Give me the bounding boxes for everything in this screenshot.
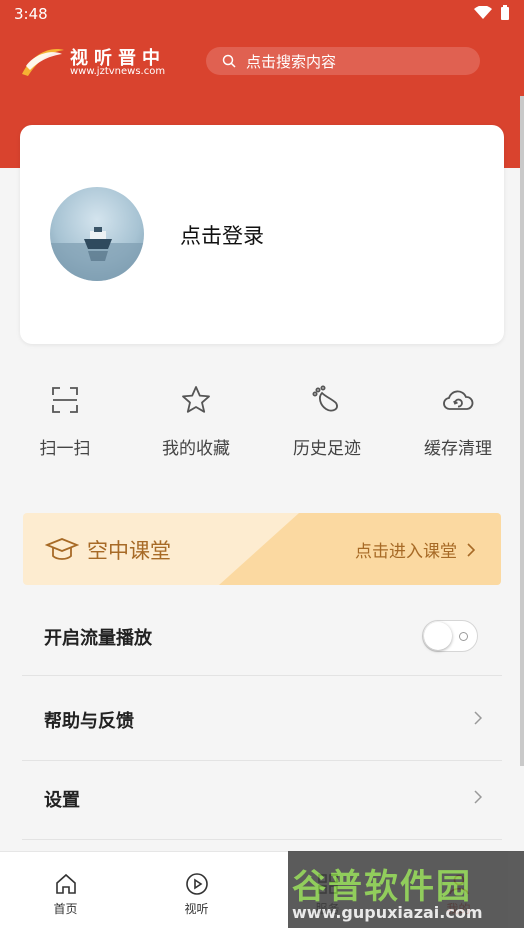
chevron-right-icon bbox=[467, 542, 475, 557]
help-feedback-row[interactable]: 帮助与反馈 bbox=[22, 679, 502, 763]
avatar-boat-image bbox=[50, 227, 144, 281]
quick-action-label: 我的收藏 bbox=[162, 439, 230, 459]
classroom-enter-label: 点击进入课堂 bbox=[355, 542, 457, 562]
tab-label: 首页 bbox=[53, 902, 78, 916]
home-icon bbox=[55, 873, 76, 894]
chevron-right-icon bbox=[474, 790, 482, 804]
logo-url: www.jztvnews.com bbox=[70, 66, 166, 77]
watermark-url: www.gupuxiazai.com bbox=[292, 903, 483, 922]
scan-icon bbox=[52, 387, 78, 413]
logo-swoosh-icon bbox=[22, 49, 64, 76]
status-icons bbox=[474, 5, 510, 25]
settings-row[interactable]: 设置 bbox=[22, 758, 502, 842]
tab-home[interactable]: 首页 bbox=[0, 852, 131, 932]
cloud-clean-icon bbox=[443, 390, 474, 410]
tab-video[interactable]: 视听 bbox=[131, 852, 262, 932]
quick-action-history[interactable]: 历史足迹 bbox=[272, 378, 382, 459]
login-button[interactable]: 点击登录 bbox=[180, 220, 264, 250]
quick-action-label: 缓存清理 bbox=[424, 439, 492, 459]
status-bar: 3:48 bbox=[0, 0, 524, 28]
avatar[interactable] bbox=[50, 187, 144, 281]
divider bbox=[22, 675, 502, 676]
traffic-playback-toggle[interactable] bbox=[422, 620, 478, 652]
classroom-enter-link[interactable]: 点击进入课堂 bbox=[355, 537, 475, 562]
quick-action-favorites[interactable]: 我的收藏 bbox=[141, 378, 251, 459]
quick-action-scan[interactable]: 扫一扫 bbox=[10, 378, 120, 459]
quick-action-label: 历史足迹 bbox=[293, 439, 361, 459]
classroom-title: 空中课堂 bbox=[87, 539, 171, 563]
toggle-off-indicator bbox=[459, 632, 468, 641]
watermark-title: 谷普软件园 bbox=[292, 867, 472, 907]
footprint-icon bbox=[312, 385, 338, 412]
search-input[interactable]: 点击搜索内容 bbox=[206, 47, 480, 75]
wifi-icon bbox=[474, 5, 492, 24]
settings-label: 设置 bbox=[44, 790, 80, 811]
classroom-banner[interactable]: 空中课堂 点击进入课堂 bbox=[23, 513, 501, 585]
search-icon bbox=[222, 54, 236, 68]
traffic-playback-row: 开启流量播放 bbox=[22, 596, 502, 680]
quick-action-clear-cache[interactable]: 缓存清理 bbox=[403, 378, 513, 459]
status-time: 3:48 bbox=[14, 5, 48, 23]
tab-label: 视听 bbox=[184, 902, 209, 916]
play-icon bbox=[185, 873, 208, 895]
star-icon bbox=[182, 386, 210, 413]
help-feedback-label: 帮助与反馈 bbox=[44, 711, 134, 732]
graduation-cap-icon bbox=[45, 538, 79, 560]
quick-actions: 扫一扫 我的收藏 历史足迹 缓存清理 bbox=[0, 378, 524, 468]
traffic-playback-label: 开启流量播放 bbox=[44, 628, 152, 649]
chevron-right-icon bbox=[474, 711, 482, 725]
profile-card[interactable]: 点击登录 bbox=[20, 125, 504, 344]
battery-icon bbox=[500, 5, 510, 25]
app-header: 视听晋中 www.jztvnews.com 点击搜索内容 bbox=[0, 36, 524, 88]
divider bbox=[22, 839, 502, 840]
quick-action-label: 扫一扫 bbox=[39, 439, 91, 459]
search-placeholder: 点击搜索内容 bbox=[246, 52, 337, 71]
watermark: 谷普软件园 www.gupuxiazai.com bbox=[288, 851, 524, 928]
app-logo: 视听晋中 www.jztvnews.com bbox=[20, 44, 170, 84]
toggle-knob bbox=[424, 622, 452, 650]
